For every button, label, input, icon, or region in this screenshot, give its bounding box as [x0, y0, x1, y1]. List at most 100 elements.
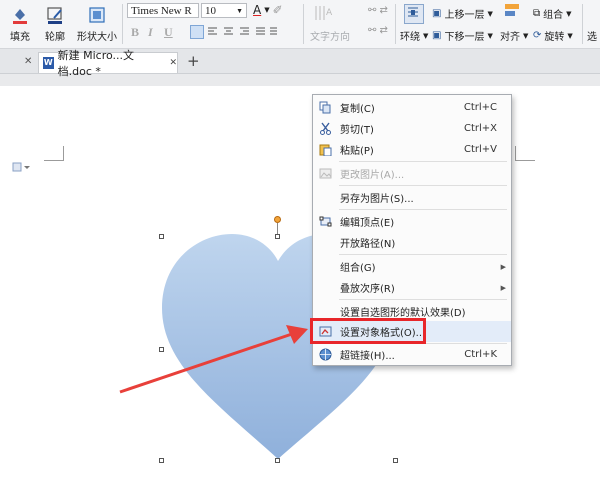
- word-doc-icon: W: [43, 57, 54, 69]
- menu-separator: [339, 299, 507, 300]
- chevron-down-icon: ▼: [523, 31, 529, 40]
- menu-item-shortcut: Ctrl+K: [464, 349, 497, 360]
- bring-forward-button[interactable]: ▣ 上移一层 ▼: [432, 6, 493, 21]
- menu-item-label: 组合(G): [340, 263, 376, 274]
- menu-separator: [339, 161, 507, 162]
- close-tab-icon[interactable]: ✕: [169, 58, 177, 68]
- menu-separator: [339, 209, 507, 210]
- wrap-label: 环绕: [400, 32, 420, 43]
- menu-item-save-as-picture[interactable]: 另存为图片(S)...: [313, 187, 511, 208]
- menu-item-label: 叠放次序(R): [340, 284, 395, 295]
- menu-item-open-path[interactable]: 开放路径(N): [313, 232, 511, 253]
- shape-size-icon: [89, 7, 105, 23]
- align-label: 对齐: [500, 32, 520, 43]
- menu-item-paste[interactable]: 粘贴(P) Ctrl+V: [313, 139, 511, 160]
- chevron-down-icon: ▼: [566, 9, 572, 18]
- chevron-down-icon: ▼: [423, 31, 429, 40]
- menu-separator: [339, 254, 507, 255]
- resize-handle[interactable]: [275, 458, 280, 463]
- outline-button[interactable]: 轮廓: [38, 0, 72, 43]
- menu-item-copy[interactable]: 复制(C) Ctrl+C: [313, 97, 511, 118]
- rotate-label: 旋转: [544, 32, 565, 43]
- rotate-icon: ⟳: [533, 30, 542, 41]
- resize-handle[interactable]: [159, 458, 164, 463]
- bold-button[interactable]: B: [131, 25, 139, 40]
- hyperlink-icon: [319, 348, 332, 361]
- group-label: 组合: [543, 10, 564, 21]
- menu-item-label: 粘贴(P): [340, 146, 374, 157]
- shape-size-button[interactable]: 形状大小: [74, 0, 120, 43]
- scissors-icon: [320, 122, 331, 135]
- menu-separator: [339, 185, 507, 186]
- menu-item-shortcut: Ctrl+X: [463, 123, 497, 134]
- ribbon-divider: [582, 4, 583, 44]
- menu-item-label: 开放路径(N): [340, 239, 396, 250]
- resize-handle[interactable]: [393, 458, 398, 463]
- submenu-arrow-icon: ▶: [500, 283, 506, 292]
- paste-options-icon[interactable]: [12, 162, 34, 172]
- menu-item-label: 另存为图片(S)...: [340, 194, 414, 205]
- link-icons-2: ⚯ ⇄: [368, 25, 388, 36]
- menu-item-change-picture: 更改图片(A)...: [313, 163, 511, 184]
- fill-label: 填充: [10, 32, 30, 43]
- send-backward-button[interactable]: ▣ 下移一层 ▼: [432, 28, 493, 43]
- ribbon-divider: [122, 4, 123, 44]
- font-size-select[interactable]: 10 ▼: [201, 3, 247, 18]
- font-color-icon: A: [253, 3, 262, 17]
- menu-item-label: 编辑顶点(E): [340, 218, 395, 229]
- document-tab-label: 新建 Micro...文档.doc *: [57, 49, 135, 78]
- new-tab-button[interactable]: +: [187, 52, 200, 70]
- font-name-select[interactable]: Times New R: [127, 3, 199, 18]
- align-icons: [208, 27, 277, 35]
- font-color-button[interactable]: A ▼ ✐: [253, 3, 283, 17]
- clear-format-icon: ✐: [272, 3, 283, 17]
- menu-item-cut[interactable]: 剪切(T) Ctrl+X: [313, 118, 511, 139]
- wrap-button[interactable]: 环绕 ▼: [400, 28, 429, 44]
- document-tab[interactable]: W 新建 Micro...文档.doc * ✕: [38, 49, 178, 78]
- close-icon[interactable]: ✕: [24, 56, 32, 67]
- menu-item-label: 更改图片(A)...: [340, 170, 405, 181]
- align-left-button[interactable]: [190, 25, 204, 39]
- chevron-down-icon: ▼: [264, 6, 270, 14]
- menu-item-arrange-order[interactable]: 叠放次序(R) ▶: [313, 277, 511, 298]
- align-button[interactable]: 对齐 ▼: [500, 28, 529, 44]
- chevron-down-icon: ▼: [487, 31, 493, 40]
- rotation-handle[interactable]: [274, 216, 281, 223]
- text-direction-button[interactable]: 文字方向: [310, 28, 350, 43]
- chevron-down-icon: ▼: [487, 9, 493, 18]
- bring-forward-icon: ▣: [432, 8, 442, 19]
- chevron-down-icon: ▼: [236, 7, 243, 15]
- wrap-icon: [404, 4, 424, 24]
- fill-button[interactable]: 填充: [4, 0, 36, 43]
- ribbon-divider: [303, 4, 304, 44]
- change-picture-icon: [319, 168, 332, 179]
- menu-item-edit-points[interactable]: 编辑顶点(E): [313, 211, 511, 232]
- ribbon-toolbar: 填充 轮廓 形状大小 Times New R 10 ▼ A ▼ ✐ B I U A 文…: [0, 0, 600, 49]
- menu-item-shortcut: Ctrl+V: [463, 144, 497, 155]
- submenu-arrow-icon: ▶: [500, 262, 506, 271]
- menu-item-label: 超链接(H)...: [340, 351, 395, 362]
- send-backward-icon: ▣: [432, 30, 442, 41]
- fill-bucket-icon: [13, 9, 27, 24]
- paste-icon: [319, 144, 332, 156]
- chevron-down-icon: ▼: [567, 31, 573, 40]
- underline-button[interactable]: U: [164, 25, 173, 40]
- menu-item-label: 剪切(T): [340, 125, 374, 136]
- resize-handle[interactable]: [275, 234, 280, 239]
- menu-item-group[interactable]: 组合(G) ▶: [313, 256, 511, 277]
- align-objects-icon: [505, 4, 519, 20]
- crop-mark: [515, 146, 516, 161]
- font-name-value: Times New R: [131, 5, 192, 17]
- group-button[interactable]: ⧉ 组合 ▼: [533, 6, 572, 21]
- highlight-annotation-box: [310, 318, 426, 344]
- crop-mark: [44, 160, 64, 161]
- italic-button[interactable]: I: [148, 25, 153, 40]
- menu-item-hyperlink[interactable]: 超链接(H)... Ctrl+K: [313, 344, 511, 365]
- crop-mark: [63, 146, 64, 161]
- select-button[interactable]: 选: [587, 28, 597, 43]
- edit-points-icon: [319, 216, 332, 227]
- rotate-button[interactable]: ⟳ 旋转 ▼: [533, 28, 573, 43]
- resize-handle[interactable]: [159, 234, 164, 239]
- menu-item-label: 复制(C): [340, 104, 375, 115]
- send-backward-label: 下移一层: [444, 32, 485, 43]
